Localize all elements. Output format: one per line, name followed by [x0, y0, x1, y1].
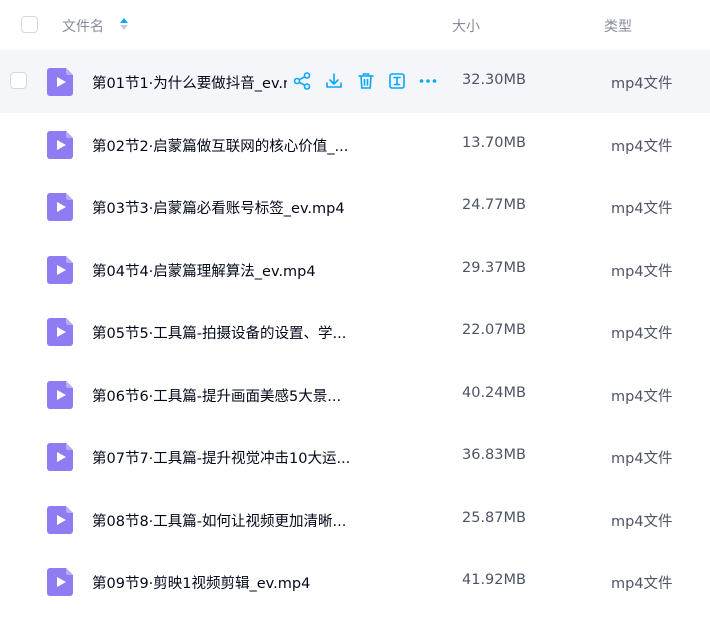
table-row[interactable]: 第01节1·为什么要做抖音_ev.mp4 32.30MB mp4文件	[0, 50, 710, 113]
row-checkbox[interactable]	[10, 72, 27, 89]
file-name[interactable]: 第09节9·剪映1视频剪辑_ev.mp4	[92, 572, 354, 593]
file-name[interactable]: 第01节1·为什么要做抖音_ev.mp4	[92, 72, 287, 93]
video-file-icon	[47, 568, 73, 596]
column-header-name[interactable]: 文件名	[62, 16, 104, 36]
file-type: mp4文件	[611, 76, 673, 92]
table-row[interactable]: 第04节4·启蒙篇理解算法_ev.mp4 29.37MB mp4文件	[0, 238, 710, 301]
file-type: mp4文件	[611, 263, 673, 280]
file-size: 25.87MB	[462, 509, 526, 526]
file-name[interactable]: 第02节2·启蒙篇做互联网的核心价值_...	[92, 135, 354, 156]
column-header-size[interactable]: 大小	[452, 16, 480, 36]
file-type: mp4文件	[611, 576, 673, 592]
file-size: 29.37MB	[462, 259, 526, 276]
video-file-icon	[47, 255, 73, 284]
file-type: mp4文件	[611, 513, 673, 530]
table-row[interactable]: 第03节3·启蒙篇必看账号标签_ev.mp4 24.77MB mp4文件	[0, 175, 710, 238]
download-icon[interactable]	[324, 71, 344, 91]
file-list-header: 文件名 大小 类型	[0, 0, 710, 50]
video-file-icon	[47, 443, 73, 471]
file-size: 32.30MB	[462, 72, 526, 88]
file-type: mp4文件	[611, 388, 673, 405]
table-row[interactable]: 第07节7·工具篇-提升视觉冲击10大运... 36.83MB mp4文件	[0, 425, 710, 488]
video-file-icon	[47, 318, 73, 346]
file-name[interactable]: 第07节7·工具篇-提升视觉冲击10大运...	[92, 447, 354, 468]
file-size: 22.07MB	[462, 322, 526, 338]
file-size: 24.77MB	[462, 197, 526, 213]
select-all-checkbox[interactable]	[21, 16, 38, 33]
file-size: 41.92MB	[462, 572, 526, 588]
table-row[interactable]: 第08节8·工具篇-如何让视频更加清晰... 25.87MB mp4文件	[0, 488, 710, 551]
file-type: mp4文件	[611, 451, 673, 467]
video-file-icon	[47, 130, 73, 159]
sort-icon[interactable]	[119, 16, 129, 32]
file-name[interactable]: 第04节4·启蒙篇理解算法_ev.mp4	[92, 260, 354, 281]
file-name[interactable]: 第03节3·启蒙篇必看账号标签_ev.mp4	[92, 197, 354, 218]
table-row[interactable]: 第09节9·剪映1视频剪辑_ev.mp4 41.92MB mp4文件	[0, 550, 710, 613]
table-row[interactable]: 第05节5·工具篇-拍摄设备的设置、学... 22.07MB mp4文件	[0, 300, 710, 363]
file-size: 13.70MB	[462, 134, 526, 151]
file-name[interactable]: 第05节5·工具篇-拍摄设备的设置、学...	[92, 322, 354, 343]
delete-icon[interactable]	[356, 71, 376, 91]
table-row[interactable]: 第02节2·启蒙篇做互联网的核心价值_... 13.70MB mp4文件	[0, 113, 710, 176]
file-size: 36.83MB	[462, 447, 526, 463]
video-file-icon	[47, 380, 73, 409]
video-file-icon	[47, 505, 73, 534]
file-name[interactable]: 第08节8·工具篇-如何让视频更加清晰...	[92, 510, 354, 531]
file-type: mp4文件	[611, 326, 673, 342]
more-icon[interactable]	[418, 71, 438, 91]
video-file-icon	[47, 68, 73, 96]
rename-icon[interactable]	[387, 71, 407, 91]
file-type: mp4文件	[611, 201, 673, 217]
file-type: mp4文件	[611, 138, 673, 155]
file-list: 第01节1·为什么要做抖音_ev.mp4 32.30MB mp4文件	[0, 50, 710, 613]
file-name[interactable]: 第06节6·工具篇-提升画面美感5大景...	[92, 385, 354, 406]
video-file-icon	[47, 193, 73, 221]
share-icon[interactable]	[292, 71, 312, 91]
table-row[interactable]: 第06节6·工具篇-提升画面美感5大景... 40.24MB mp4文件	[0, 363, 710, 426]
file-size: 40.24MB	[462, 384, 526, 401]
column-header-type[interactable]: 类型	[604, 16, 632, 36]
